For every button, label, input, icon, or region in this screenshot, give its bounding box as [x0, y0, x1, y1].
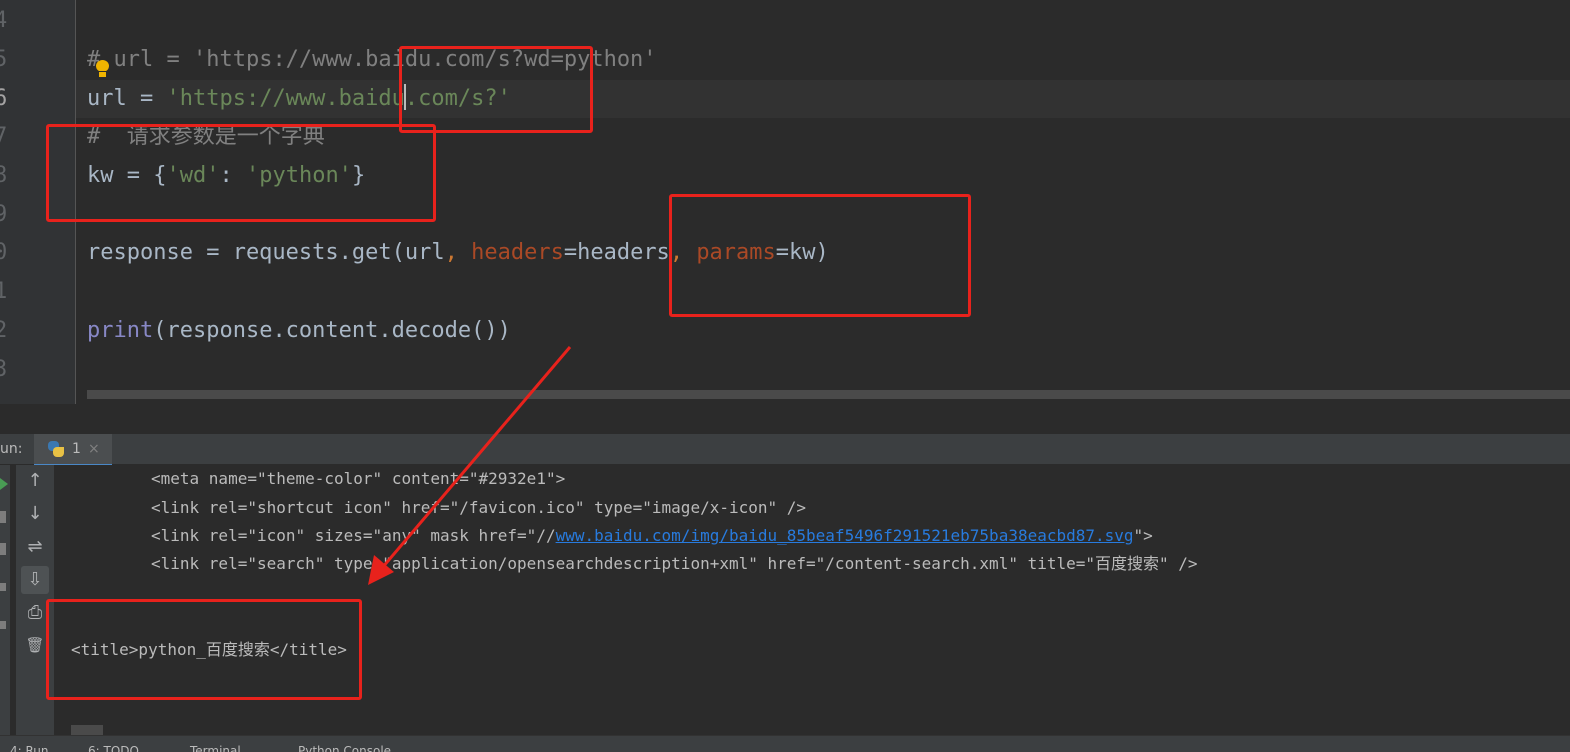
tool-window-bar: 4: Run 6: TODO Terminal Python Console	[0, 735, 1570, 752]
stop-icon[interactable]	[0, 511, 6, 523]
soft-wrap-icon[interactable]: ⇌	[21, 533, 49, 561]
layout-icon[interactable]	[0, 583, 6, 591]
console-link[interactable]: www.baidu.com/img/baidu_85beaf5496f29152…	[556, 526, 1134, 545]
pin-icon[interactable]	[0, 621, 6, 629]
run-left-strip	[0, 465, 11, 735]
code-line-12[interactable]: print(response.content.decode())	[87, 316, 511, 346]
rerun-icon[interactable]	[0, 478, 8, 490]
arrow-up-icon[interactable]: ↑	[21, 467, 49, 495]
keyword-argument: headers	[471, 240, 564, 265]
run-tab-label: 1	[72, 441, 81, 457]
console-scrollbar[interactable]	[71, 725, 103, 735]
python-icon	[48, 441, 64, 457]
annotation-box-title	[46, 599, 362, 700]
annotation-box-params	[46, 124, 436, 222]
annotation-box-url	[399, 46, 593, 133]
trash-icon[interactable]: 🗑	[21, 631, 49, 659]
line-number: 0	[0, 240, 8, 265]
comma-operator: ,	[444, 240, 472, 265]
console-line: <link rel="icon" sizes="any" mask href="…	[151, 526, 1153, 546]
lightbulb-icon[interactable]	[96, 60, 109, 77]
console-text: ">	[1133, 526, 1153, 545]
line-number: 1	[0, 279, 8, 304]
line-number: 7	[0, 124, 8, 149]
line-number: 6	[0, 86, 8, 111]
print-icon[interactable]: ⎙	[21, 599, 49, 627]
run-panel-label: un:	[0, 441, 23, 457]
line-number: 9	[0, 202, 8, 227]
line-number: 3	[0, 357, 8, 382]
pause-icon[interactable]	[0, 543, 6, 555]
line-number: 4	[0, 8, 8, 33]
string-literal: 'https://www.baidu	[166, 86, 405, 111]
run-tab[interactable]: 1 ×	[34, 434, 112, 466]
console-text: <link rel="icon" sizes="any" mask href="…	[151, 526, 556, 545]
console-line: <link rel="shortcut icon" href="/favicon…	[151, 498, 807, 517]
scroll-to-end-icon[interactable]: ⇩	[21, 566, 49, 594]
builtin-function: print	[87, 318, 154, 343]
annotation-box-params-arg	[669, 194, 971, 317]
line-number: 8	[0, 163, 8, 188]
code-text: (response.content.decode())	[153, 318, 511, 343]
arrow-down-icon[interactable]: ↓	[21, 500, 49, 528]
code-text: response = requests.get(url	[87, 240, 445, 265]
run-panel-header: un: 1 ×	[0, 434, 1570, 466]
line-number: 5	[0, 47, 8, 72]
line-number: 2	[0, 318, 8, 343]
close-icon[interactable]: ×	[88, 441, 100, 457]
editor-horizontal-scrollbar[interactable]	[87, 390, 1570, 399]
code-text: =headers	[563, 240, 670, 265]
console-line: <link rel="search" type="application/ope…	[151, 554, 1198, 573]
console-line: <meta name="theme-color" content="#2932e…	[151, 469, 566, 488]
code-text: url =	[87, 86, 167, 111]
panel-separator	[0, 404, 1570, 434]
